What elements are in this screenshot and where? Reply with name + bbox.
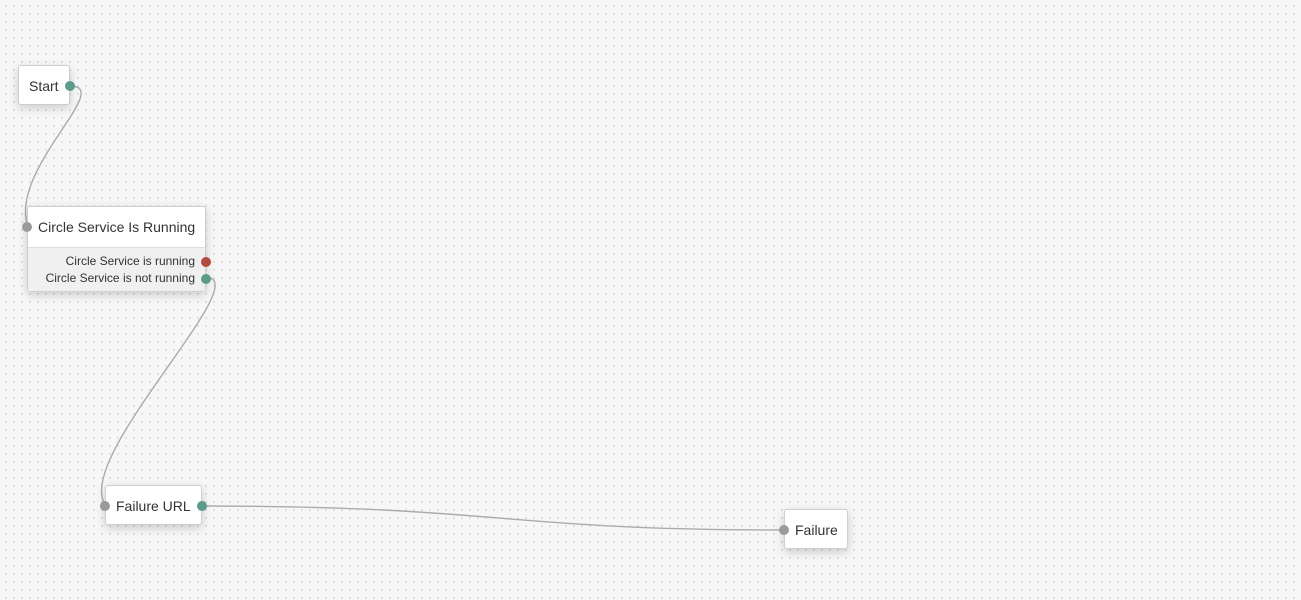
failure-url-output-port[interactable]: [197, 501, 207, 511]
node-start[interactable]: Start: [18, 65, 75, 105]
node-circle-service[interactable]: Circle Service Is Running Circle Service…: [22, 206, 211, 292]
node-circle-service-title: Circle Service Is Running: [38, 219, 196, 235]
node-failure-title: Failure: [795, 522, 838, 538]
circle-service-input-port[interactable]: [22, 222, 32, 232]
output-row-running: Circle Service is running: [28, 253, 211, 270]
not-running-output-port[interactable]: [201, 274, 211, 284]
failure-url-input-port[interactable]: [100, 501, 110, 511]
node-circle-service-outputs: Circle Service is running Circle Service…: [28, 247, 211, 291]
output-row-not-running: Circle Service is not running: [28, 270, 211, 287]
output-label-not-running: Circle Service is not running: [45, 271, 195, 285]
running-output-port[interactable]: [201, 257, 211, 267]
start-output-port[interactable]: [65, 81, 75, 91]
output-label-running: Circle Service is running: [65, 254, 195, 268]
connection-failure-url-to-failure[interactable]: [200, 505, 786, 531]
connection-not-running-to-failure-url[interactable]: [100, 276, 216, 507]
failure-input-port[interactable]: [779, 525, 789, 535]
node-failure[interactable]: Failure: [779, 509, 848, 549]
node-failure-url-title: Failure URL: [116, 498, 191, 514]
flow-canvas[interactable]: Start Circle Service Is Running Circle S…: [0, 0, 1301, 600]
node-failure-url[interactable]: Failure URL: [100, 485, 207, 525]
node-start-title: Start: [29, 78, 59, 94]
